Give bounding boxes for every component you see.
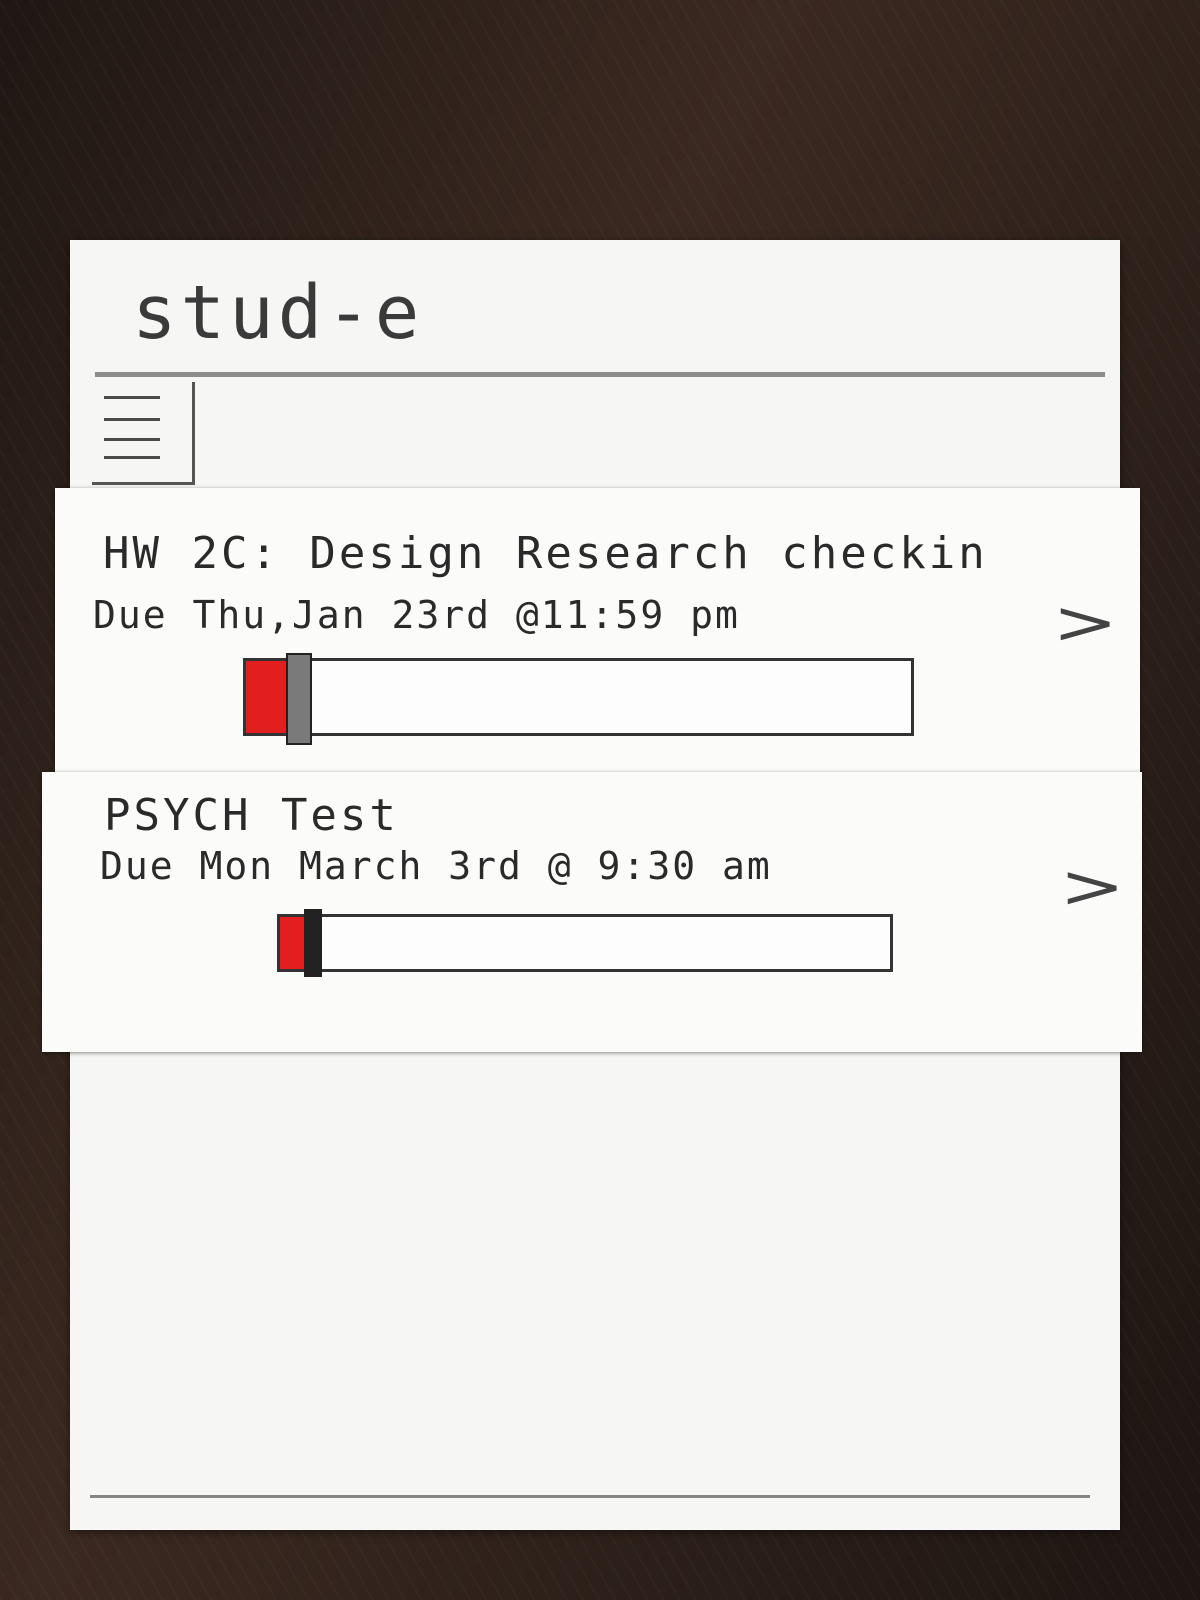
progress-fill: [246, 661, 288, 733]
app-title: stud-e: [132, 270, 424, 356]
progress-slider-handle[interactable]: [304, 909, 322, 977]
progress-bar: [243, 653, 914, 745]
chevron-right-icon[interactable]: >: [1059, 852, 1124, 922]
task-due-date: Due Mon March 3rd @ 9:30 am: [100, 844, 772, 888]
task-card[interactable]: HW 2C: Design Research checkin Due Thu,J…: [55, 488, 1140, 773]
hamburger-menu-button[interactable]: [92, 382, 195, 485]
task-title: HW 2C: Design Research checkin: [103, 528, 988, 579]
bottom-divider: [90, 1495, 1090, 1498]
chevron-right-icon[interactable]: >: [1052, 588, 1117, 658]
progress-slider-handle[interactable]: [286, 653, 312, 745]
task-title: PSYCH Test: [104, 790, 399, 841]
header-divider: [95, 372, 1105, 377]
task-due-date: Due Thu,Jan 23rd @11:59 pm: [93, 593, 740, 637]
progress-fill: [280, 917, 306, 969]
progress-bar: [277, 909, 893, 977]
task-card[interactable]: PSYCH Test Due Mon March 3rd @ 9:30 am >: [42, 772, 1142, 1052]
